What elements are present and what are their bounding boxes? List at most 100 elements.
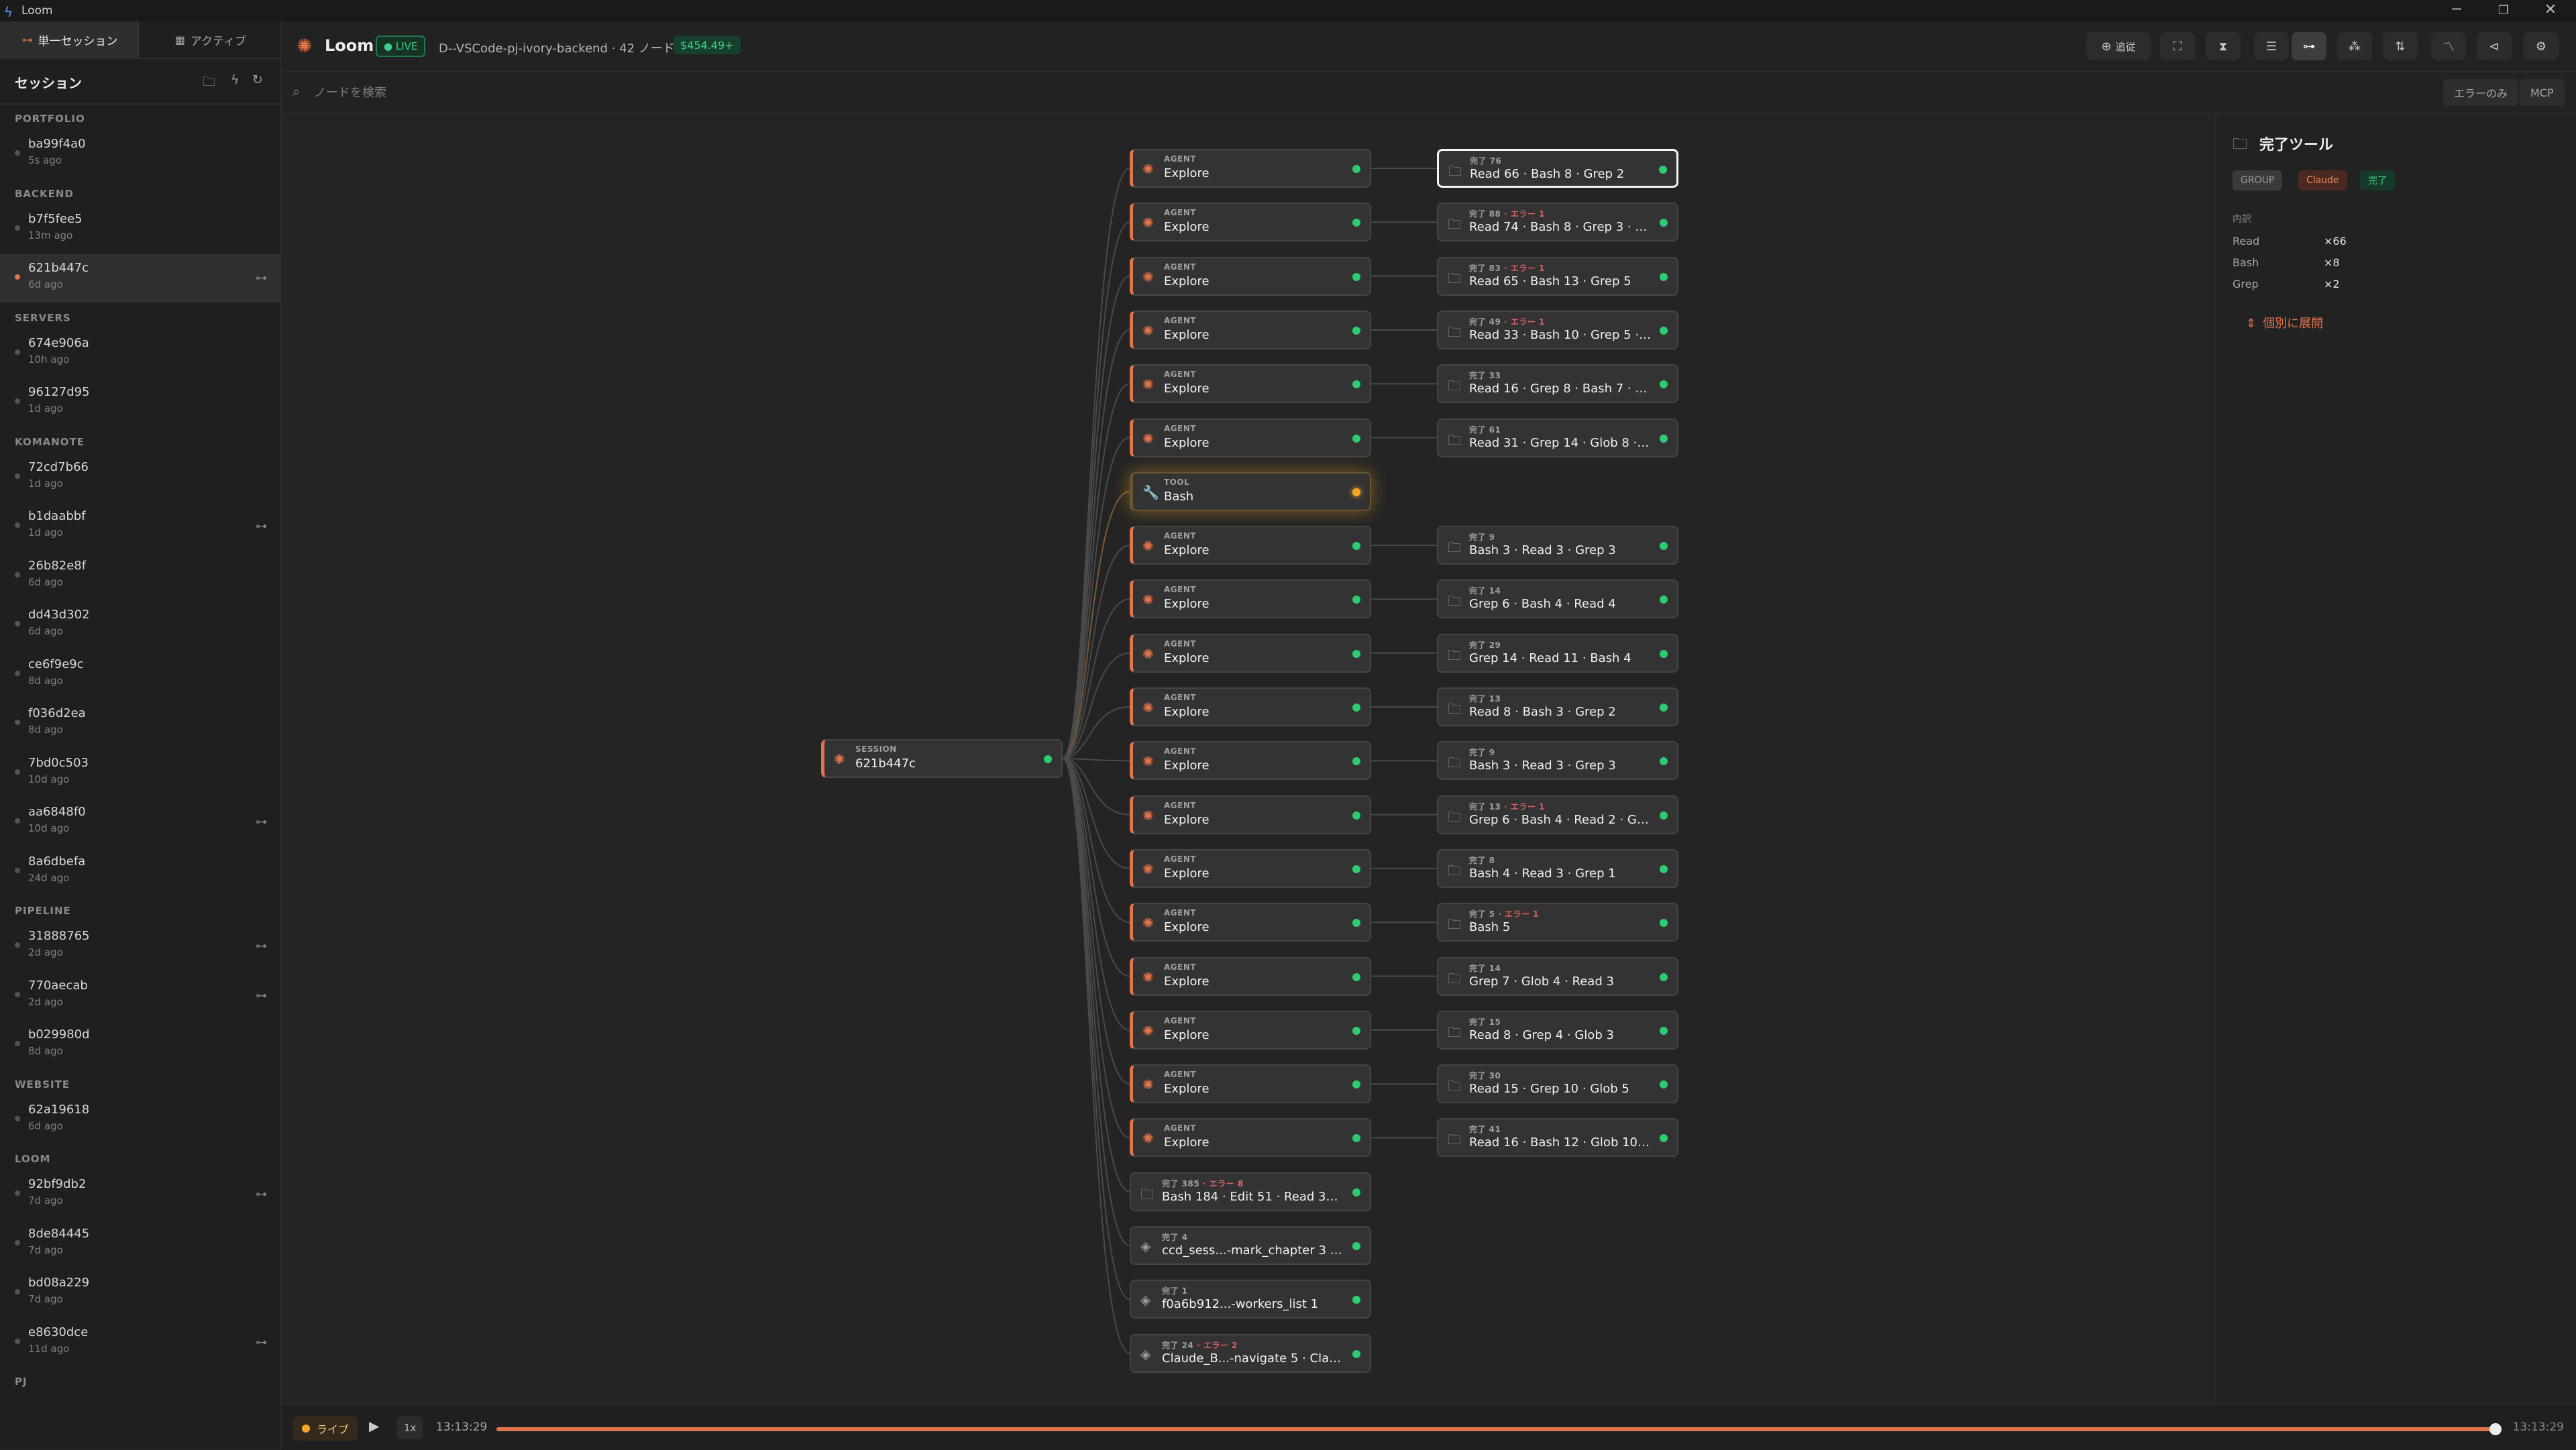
session-node[interactable]: ✺ SESSION 621b447c: [821, 739, 1063, 778]
session-item[interactable]: b7f5fee5 13m ago: [0, 205, 280, 254]
agent-node[interactable]: ✺ AGENT Explore: [1130, 256, 1371, 296]
done-count: 完了 8: [1469, 855, 1495, 865]
maximize-button[interactable]: ❐: [2490, 3, 2517, 17]
session-item[interactable]: b1daabbf 1d ago ⊶: [0, 502, 280, 551]
group-node[interactable]: ◈ 完了 1 f0a6b912...-workers_list 1: [1130, 1280, 1371, 1319]
tree-view-button[interactable]: ⊶: [2292, 32, 2326, 60]
tool-group-node[interactable]: 🗀 完了 83 · エラー 1 Read 65 · Bash 13 · Grep 5: [1437, 256, 1678, 296]
agent-node[interactable]: ✺ AGENT Explore: [1130, 149, 1371, 188]
tool-group-node[interactable]: 🗀 完了 14 Grep 7 · Glob 4 · Read 3: [1437, 956, 1678, 996]
tool-group-node[interactable]: 🗀 完了 76 Read 66 · Bash 8 · Grep 2: [1437, 149, 1678, 188]
session-item[interactable]: 62a19618 6d ago: [0, 1096, 280, 1144]
done-count: 完了 13: [1469, 801, 1501, 812]
tool-group-node[interactable]: 🗀 完了 13 · エラー 1 Grep 6 · Bash 4 · Read 2 ·…: [1437, 795, 1678, 834]
session-item[interactable]: dd43d302 6d ago: [0, 601, 280, 649]
session-item[interactable]: 8a6dbefa 24d ago: [0, 848, 280, 896]
follow-button[interactable]: ⊕ 追従: [2086, 32, 2151, 60]
session-item[interactable]: ba99f4a0 5s ago: [0, 130, 280, 178]
errors-only-filter[interactable]: エラーのみ: [2443, 79, 2519, 106]
close-button[interactable]: ✕: [2537, 1, 2564, 18]
tab-single-session[interactable]: ⊶ 単一セッション: [0, 21, 140, 58]
agent-node[interactable]: ✺ AGENT Explore: [1130, 1064, 1371, 1104]
session-item[interactable]: 674e906a 10h ago: [0, 329, 280, 378]
session-item[interactable]: aa6848f0 10d ago ⊶: [0, 798, 280, 846]
speed-button[interactable]: 1x: [397, 1416, 423, 1439]
agent-node[interactable]: ✺ AGENT Explore: [1130, 1118, 1371, 1158]
agent-node[interactable]: ✺ AGENT Explore: [1130, 418, 1371, 457]
session-item[interactable]: ce6f9e9c 8d ago: [0, 651, 280, 699]
refresh-icon[interactable]: ↻: [252, 72, 263, 87]
bolt-icon[interactable]: ϟ: [231, 72, 239, 87]
expand-individually-button[interactable]: ⇕ 個別に展開: [2246, 314, 2323, 331]
node-kind: AGENT: [1164, 423, 1197, 433]
tool-group-node[interactable]: 🗀 完了 13 Read 8 · Bash 3 · Grep 2: [1437, 687, 1678, 726]
agent-node[interactable]: ✺ AGENT Explore: [1130, 310, 1371, 349]
done-count: 完了 33: [1469, 371, 1501, 381]
graph-canvas[interactable]: ✺ SESSION 621b447c ✺ AGENT Explore 🗀 完了 76 Read…: [282, 114, 2214, 1402]
tool-group-node[interactable]: 🗀 完了 29 Grep 14 · Read 11 · Bash 4: [1437, 633, 1678, 673]
agent-node[interactable]: ✺ AGENT Explore: [1130, 633, 1371, 673]
play-button[interactable]: ▶: [369, 1418, 379, 1434]
agent-node[interactable]: ✺ AGENT Explore: [1130, 687, 1371, 726]
session-item[interactable]: 7bd0c503 10d ago: [0, 749, 280, 797]
tool-group-node[interactable]: 🗀 完了 9 Bash 3 · Read 3 · Grep 3: [1437, 741, 1678, 781]
timeline-scrubber[interactable]: [2489, 1423, 2502, 1435]
agent-node[interactable]: ✺ AGENT Explore: [1130, 741, 1371, 781]
tool-group-node[interactable]: 🗀 完了 9 Bash 3 · Read 3 · Grep 3: [1437, 526, 1678, 565]
session-item[interactable]: 8de84445 7d ago: [0, 1220, 280, 1268]
agent-node[interactable]: ✺ AGENT Explore: [1130, 203, 1371, 242]
mcp-filter[interactable]: MCP: [2520, 79, 2565, 106]
session-age: 6d ago: [28, 625, 63, 637]
agent-node[interactable]: ✺ AGENT Explore: [1130, 848, 1371, 888]
tool-group-node[interactable]: 🗀 完了 61 Read 31 · Grep 14 · Glob 8 · Ba..…: [1437, 418, 1678, 457]
list-view-button[interactable]: ☰: [2254, 32, 2289, 60]
folder-icon[interactable]: 🗀: [203, 72, 215, 94]
session-id: b7f5fee5: [28, 211, 83, 226]
collapse-button[interactable]: ⧗: [2206, 32, 2241, 60]
timeline-track[interactable]: [496, 1423, 2502, 1435]
sort-button[interactable]: ⇅: [2383, 32, 2418, 60]
tool-group-node[interactable]: 🗀 完了 88 · エラー 1 Read 74 · Bash 8 · Grep 3 …: [1437, 203, 1678, 242]
group-node[interactable]: ◈ 完了 24 · エラー 2 Claude_B...-navigate 5 · C…: [1130, 1333, 1371, 1373]
session-item[interactable]: 26b82e8f 6d ago: [0, 552, 280, 600]
tool-group-node[interactable]: 🗀 完了 14 Grep 6 · Bash 4 · Read 4: [1437, 579, 1678, 619]
stats-button[interactable]: 〽: [2431, 32, 2466, 60]
agent-node[interactable]: ✺ AGENT Explore: [1130, 526, 1371, 565]
agent-node[interactable]: ✺ AGENT Explore: [1130, 956, 1371, 996]
tool-group-node[interactable]: 🗀 完了 49 · エラー 1 Read 33 · Bash 10 · Grep 5…: [1437, 310, 1678, 349]
settings-button[interactable]: ⚙: [2524, 32, 2559, 60]
live-button[interactable]: ライブ: [292, 1416, 359, 1441]
minimize-button[interactable]: ─: [2443, 1, 2470, 18]
fit-view-button[interactable]: ⛶: [2160, 32, 2195, 60]
agent-node[interactable]: ✺ AGENT Explore: [1130, 903, 1371, 942]
session-item[interactable]: 72cd7b66 1d ago: [0, 453, 280, 502]
session-item[interactable]: 621b447c 6d ago ⊶: [0, 254, 280, 302]
session-item[interactable]: bd08a229 7d ago: [0, 1269, 280, 1317]
node-label: Explore: [1164, 220, 1210, 235]
tool-group-node[interactable]: 🗀 完了 41 Read 16 · Bash 12 · Glob 10 · G..…: [1437, 1118, 1678, 1158]
agent-node[interactable]: ✺ AGENT Explore: [1130, 579, 1371, 619]
agent-node[interactable]: ✺ AGENT Explore: [1130, 364, 1371, 404]
tool-group-node[interactable]: 🗀 完了 15 Read 8 · Grep 4 · Glob 3: [1437, 1010, 1678, 1050]
tool-group-node[interactable]: 🗀 完了 33 Read 16 · Grep 8 · Bash 7 · Glo..…: [1437, 364, 1678, 404]
tab-active[interactable]: ▦ アクティブ: [141, 21, 280, 58]
tool-group-node[interactable]: 🗀 完了 8 Bash 4 · Read 3 · Grep 1: [1437, 848, 1678, 888]
cluster-view-button[interactable]: ⁂: [2337, 32, 2372, 60]
agent-node[interactable]: ✺ AGENT Explore: [1130, 795, 1371, 834]
session-item[interactable]: 96127d95 1d ago: [0, 378, 280, 427]
group-node[interactable]: ◈ 完了 4 ccd_sess...-mark_chapter 3 · c...: [1130, 1226, 1371, 1265]
tool-group-node[interactable]: 🗀 完了 5 · エラー 1 Bash 5: [1437, 903, 1678, 942]
done-count: 完了 4: [1162, 1233, 1188, 1242]
group-node[interactable]: 🗀 完了 385 · エラー 8 Bash 184 · Edit 51 · Read…: [1130, 1172, 1371, 1211]
session-item[interactable]: 92bf9db2 7d ago ⊶: [0, 1170, 280, 1219]
tool-group-node[interactable]: 🗀 完了 30 Read 15 · Grep 10 · Glob 5: [1437, 1064, 1678, 1104]
share-button[interactable]: ⊲: [2477, 32, 2512, 60]
session-item[interactable]: 31888765 2d ago ⊶: [0, 922, 280, 970]
session-item[interactable]: b029980d 8d ago: [0, 1021, 280, 1069]
agent-node[interactable]: ✺ AGENT Explore: [1130, 1010, 1371, 1050]
search-input[interactable]: [313, 80, 1120, 105]
session-item[interactable]: e8630dce 11d ago ⊶: [0, 1319, 280, 1367]
session-item[interactable]: 770aecab 2d ago ⊶: [0, 972, 280, 1020]
session-item[interactable]: f036d2ea 8d ago: [0, 700, 280, 748]
tool-node[interactable]: 🔧 TOOL Bash: [1130, 471, 1371, 511]
